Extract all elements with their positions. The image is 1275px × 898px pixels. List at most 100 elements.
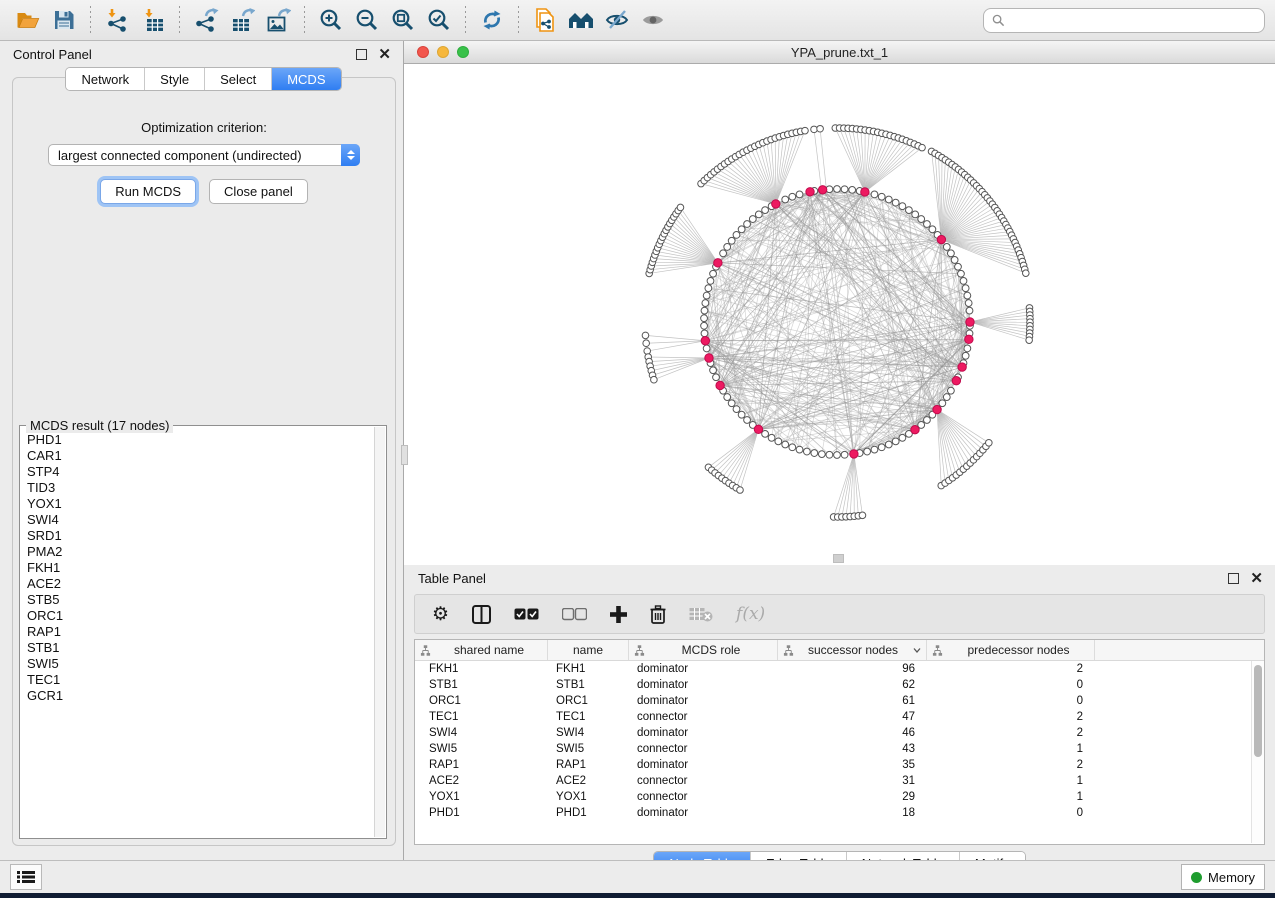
mcds-result-item[interactable]: STP4 — [27, 464, 375, 480]
mcds-result-item[interactable]: SWI5 — [27, 656, 375, 672]
mcds-result-item[interactable]: PHD1 — [27, 432, 375, 448]
mcds-result-item[interactable]: ACE2 — [27, 576, 375, 592]
export-table-button[interactable] — [224, 4, 260, 36]
column-header-shared_name[interactable]: shared name — [415, 640, 548, 660]
cell-shared_name: ORC1 — [415, 695, 548, 707]
float-panel-icon[interactable] — [1228, 573, 1239, 584]
column-header-successor_nodes[interactable]: successor nodes — [778, 640, 927, 660]
table-scrollbar-thumb[interactable] — [1254, 665, 1262, 757]
table-row[interactable]: ORC1ORC1dominator610 — [415, 693, 1264, 709]
zoom-selected-button[interactable] — [421, 4, 457, 36]
zoom-in-button[interactable] — [313, 4, 349, 36]
import-table-button[interactable] — [135, 4, 171, 36]
table-row[interactable]: TEC1TEC1connector472 — [415, 709, 1264, 725]
network-graph[interactable] — [404, 64, 1275, 565]
cell-shared_name: RAP1 — [415, 759, 548, 771]
table-settings-button[interactable]: ⚙ — [432, 602, 449, 626]
document-share-icon — [532, 8, 558, 32]
apply-function-button[interactable]: f(x) — [736, 602, 765, 626]
mcds-result-list[interactable]: PHD1CAR1STP4TID3YOX1SWI4SRD1PMA2FKH1ACE2… — [21, 432, 375, 837]
cell-mcds_role: dominator — [629, 759, 778, 771]
column-header-predecessor_nodes[interactable]: predecessor nodes — [927, 640, 1095, 660]
mcds-result-item[interactable]: SRD1 — [27, 528, 375, 544]
mcds-result-item[interactable]: STB5 — [27, 592, 375, 608]
tab-style[interactable]: Style — [145, 68, 205, 90]
tab-mcds[interactable]: MCDS — [272, 68, 340, 90]
refresh-layout-button[interactable] — [474, 4, 510, 36]
tab-select[interactable]: Select — [205, 68, 272, 90]
tab-network[interactable]: Network — [66, 68, 145, 90]
hide-selected-button[interactable] — [599, 4, 635, 36]
mcds-result-scrollbar[interactable] — [374, 427, 385, 837]
import-network-button[interactable] — [99, 4, 135, 36]
cell-predecessor_nodes: 1 — [927, 743, 1095, 755]
eye-slash-icon — [604, 8, 630, 32]
table-row[interactable]: SWI5SWI5connector431 — [415, 741, 1264, 757]
table-row[interactable]: YOX1YOX1connector291 — [415, 789, 1264, 805]
cell-successor_nodes: 96 — [778, 663, 927, 675]
select-all-button[interactable] — [514, 602, 539, 626]
table-row[interactable]: STB1STB1dominator620 — [415, 677, 1264, 693]
column-header-name[interactable]: name — [548, 640, 629, 660]
cell-name: PHD1 — [548, 807, 629, 819]
mcds-result-item[interactable]: FKH1 — [27, 560, 375, 576]
deselect-all-icon — [562, 608, 587, 621]
mcds-result-item[interactable]: GCR1 — [27, 688, 375, 704]
mcds-result-item[interactable]: YOX1 — [27, 496, 375, 512]
export-document-button[interactable] — [527, 4, 563, 36]
show-all-button[interactable] — [635, 4, 671, 36]
float-panel-icon[interactable] — [356, 49, 367, 60]
table-row[interactable]: FKH1FKH1dominator962 — [415, 661, 1264, 677]
cell-successor_nodes: 43 — [778, 743, 927, 755]
home-views-button[interactable] — [563, 4, 599, 36]
table-scrollbar[interactable] — [1251, 661, 1264, 843]
divider-grip[interactable] — [833, 554, 844, 563]
cell-shared_name: SWI4 — [415, 727, 548, 739]
mcds-result-item[interactable]: PMA2 — [27, 544, 375, 560]
mcds-result-item[interactable]: TEC1 — [27, 672, 375, 688]
network-view-titlebar: YPA_prune.txt_1 — [404, 41, 1275, 64]
mcds-result-item[interactable]: CAR1 — [27, 448, 375, 464]
table-row[interactable]: SWI4SWI4dominator462 — [415, 725, 1264, 741]
memory-button[interactable]: Memory — [1181, 864, 1265, 890]
panel-split-handle[interactable] — [401, 445, 408, 465]
search-input[interactable] — [1010, 12, 1256, 28]
export-network-button[interactable] — [188, 4, 224, 36]
open-button[interactable] — [10, 4, 46, 36]
search-field — [983, 8, 1265, 33]
table-panel: Table Panel ✕ ⚙ — [404, 565, 1275, 875]
delete-column-button[interactable] — [650, 602, 666, 626]
delete-table-button[interactable] — [689, 602, 713, 626]
table-row[interactable]: RAP1RAP1dominator352 — [415, 757, 1264, 773]
zoom-out-button[interactable] — [349, 4, 385, 36]
close-panel-icon[interactable]: ✕ — [1250, 571, 1263, 586]
mcds-result-item[interactable]: TID3 — [27, 480, 375, 496]
show-columns-button[interactable] — [472, 602, 491, 626]
task-history-button[interactable] — [10, 864, 42, 890]
save-button[interactable] — [46, 4, 82, 36]
cell-mcds_role: dominator — [629, 663, 778, 675]
export-network-icon — [193, 8, 219, 32]
mcds-result-item[interactable]: SWI4 — [27, 512, 375, 528]
column-header-mcds_role[interactable]: MCDS role — [629, 640, 778, 660]
add-column-button[interactable] — [610, 602, 627, 626]
table-row[interactable]: ACE2ACE2connector311 — [415, 773, 1264, 789]
close-panel-button[interactable]: Close panel — [209, 179, 308, 204]
zoom-fit-button[interactable] — [385, 4, 421, 36]
cell-name: ACE2 — [548, 775, 629, 787]
mcds-result-item[interactable]: ORC1 — [27, 608, 375, 624]
cell-name: RAP1 — [548, 759, 629, 771]
export-image-button[interactable] — [260, 4, 296, 36]
mcds-result-item[interactable]: STB1 — [27, 640, 375, 656]
cell-name: SWI4 — [548, 727, 629, 739]
cell-shared_name: PHD1 — [415, 807, 548, 819]
deselect-all-button[interactable] — [562, 602, 587, 626]
network-canvas[interactable] — [404, 64, 1275, 565]
column-label: predecessor nodes — [943, 643, 1094, 657]
close-panel-icon[interactable]: ✕ — [378, 47, 391, 62]
criterion-dropdown[interactable]: largest connected component (undirected) — [48, 144, 360, 166]
mcds-result-item[interactable]: RAP1 — [27, 624, 375, 640]
table-row[interactable]: PHD1PHD1dominator180 — [415, 805, 1264, 821]
run-mcds-button[interactable]: Run MCDS — [100, 179, 196, 204]
toolbar-separator — [179, 6, 180, 34]
